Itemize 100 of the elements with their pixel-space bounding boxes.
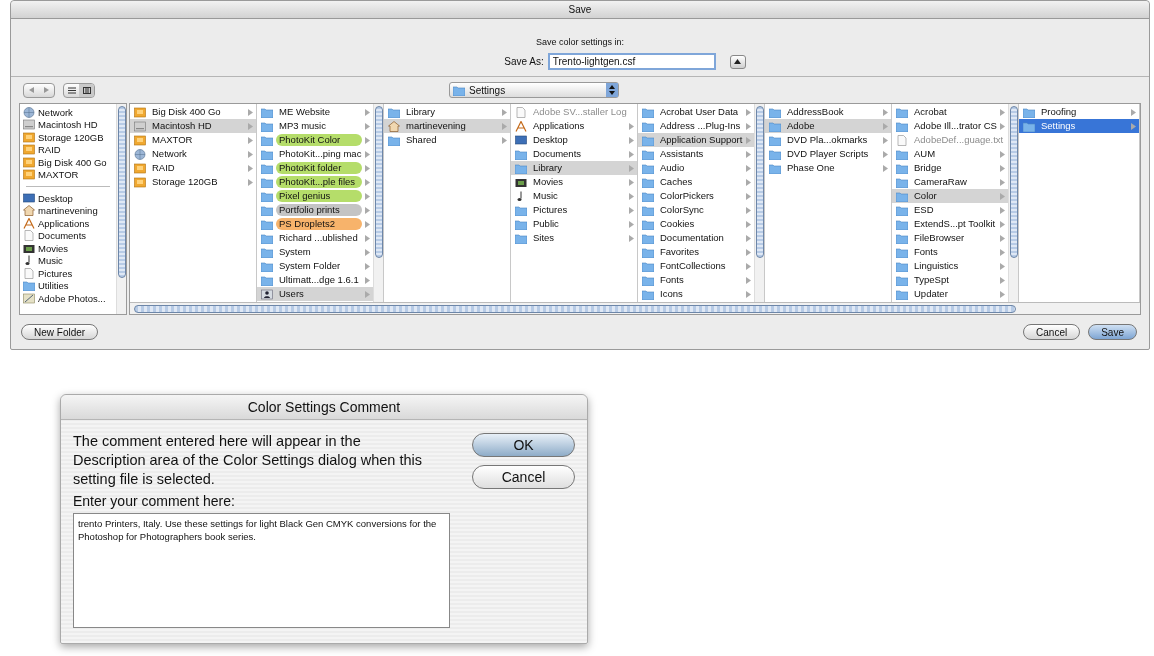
vertical-scrollbar[interactable] — [116, 104, 126, 314]
sidebar-item[interactable]: Documents — [20, 229, 116, 242]
sidebar-item[interactable]: Applications — [20, 217, 116, 230]
sidebar-item[interactable]: Movies — [20, 242, 116, 255]
file-browser-row[interactable]: Favorites — [638, 245, 754, 259]
column-view-button[interactable] — [79, 83, 94, 97]
file-browser-row[interactable]: Acrobat — [892, 105, 1008, 119]
file-browser-row[interactable]: martinevening — [384, 119, 510, 133]
file-browser-row[interactable]: Macintosh HD — [130, 119, 256, 133]
file-browser-row[interactable]: Linguistics — [892, 259, 1008, 273]
file-browser-row[interactable]: ME Website — [257, 105, 373, 119]
file-browser-row[interactable]: Pictures — [511, 203, 637, 217]
expand-button[interactable] — [729, 54, 746, 69]
file-browser-row[interactable]: AUM — [892, 147, 1008, 161]
file-browser-row[interactable]: Adobe Ill...trator CS — [892, 119, 1008, 133]
file-browser-row[interactable]: PhotoKit...ping mac — [257, 147, 373, 161]
save-button[interactable]: Save — [1088, 324, 1137, 340]
file-browser-row[interactable]: Proofing — [1019, 105, 1139, 119]
file-browser-row[interactable]: Big Disk 400 Go — [130, 105, 256, 119]
sidebar-item[interactable]: Music — [20, 254, 116, 267]
file-browser-row[interactable]: MP3 music — [257, 119, 373, 133]
file-browser-row[interactable]: Music — [511, 189, 637, 203]
file-browser-row[interactable]: Public — [511, 217, 637, 231]
file-browser-row[interactable]: Acrobat User Data — [638, 105, 754, 119]
file-browser-row[interactable]: Network — [130, 147, 256, 161]
desktop-icon — [23, 192, 35, 204]
file-browser-row[interactable]: Caches — [638, 175, 754, 189]
file-browser-row[interactable]: Shared — [384, 133, 510, 147]
sidebar-item[interactable]: RAID — [20, 143, 116, 156]
file-browser-row[interactable]: Fonts — [638, 273, 754, 287]
sidebar-item[interactable]: Storage 120GB — [20, 131, 116, 144]
file-browser-row[interactable]: Sites — [511, 231, 637, 245]
dialog-button[interactable]: Cancel — [472, 465, 575, 489]
file-browser-row[interactable]: System — [257, 245, 373, 259]
file-browser-row[interactable]: Library — [384, 105, 510, 119]
file-browser-row[interactable]: DVD Player Scripts — [765, 147, 891, 161]
sidebar-item[interactable]: Desktop — [20, 192, 116, 205]
cancel-button[interactable]: Cancel — [1023, 324, 1081, 340]
folder-icon — [642, 204, 654, 216]
drive-icon — [23, 156, 35, 168]
file-browser-row[interactable]: ColorSync — [638, 203, 754, 217]
file-browser-row[interactable]: Updater — [892, 287, 1008, 301]
file-browser-row[interactable]: Audio — [638, 161, 754, 175]
file-browser-row[interactable]: Adobe — [765, 119, 891, 133]
new-folder-button[interactable]: New Folder — [21, 324, 99, 340]
file-browser-row[interactable]: AddressBook — [765, 105, 891, 119]
horizontal-scrollbar[interactable] — [130, 302, 1140, 314]
file-browser-row[interactable]: CameraRaw — [892, 175, 1008, 189]
file-browser-row[interactable]: Library — [511, 161, 637, 175]
file-browser-row[interactable]: Application Support — [638, 133, 754, 147]
sidebar-item[interactable]: Big Disk 400 Go — [20, 156, 116, 169]
folder-icon — [515, 232, 527, 244]
sidebar-item[interactable]: MAXTOR — [20, 168, 116, 181]
file-browser-row[interactable]: FontCollections — [638, 259, 754, 273]
file-browser-row[interactable]: Storage 120GB — [130, 175, 256, 189]
file-browser-row[interactable]: ExtendS...pt Toolkit — [892, 217, 1008, 231]
file-browser-row[interactable]: Icons — [638, 287, 754, 301]
file-browser-row[interactable]: TypeSpt — [892, 273, 1008, 287]
file-browser-row[interactable]: Richard ...ublished — [257, 231, 373, 245]
sidebar-item[interactable]: Adobe Photos... — [20, 292, 116, 305]
file-browser-row[interactable]: Applications — [511, 119, 637, 133]
folder-icon — [261, 218, 273, 230]
file-browser-row[interactable]: Fonts — [892, 245, 1008, 259]
file-browser-row[interactable]: Assistants — [638, 147, 754, 161]
sidebar-item[interactable]: Network — [20, 106, 116, 119]
file-browser-row[interactable]: Adobe SV...staller Log — [511, 105, 637, 119]
sidebar-item[interactable]: Macintosh HD — [20, 118, 116, 131]
vertical-scrollbar[interactable] — [373, 104, 383, 302]
file-browser-row[interactable]: Documents — [511, 147, 637, 161]
file-browser-row[interactable]: RAID — [130, 161, 256, 175]
file-browser-row[interactable]: Bridge — [892, 161, 1008, 175]
file-browser-row[interactable]: Color — [892, 189, 1008, 203]
folder-icon — [261, 204, 273, 216]
vertical-scrollbar[interactable] — [754, 104, 764, 302]
file-browser-row[interactable]: MAXTOR — [130, 133, 256, 147]
file-browser-row[interactable]: AdobeDef...guage.txt — [892, 133, 1008, 147]
vertical-scrollbar[interactable] — [1008, 104, 1018, 302]
file-browser-row[interactable]: Documentation — [638, 231, 754, 245]
file-browser-row[interactable]: Movies — [511, 175, 637, 189]
file-browser-row[interactable]: System Folder — [257, 259, 373, 273]
file-browser-row[interactable]: Users — [257, 287, 373, 301]
dialog-button[interactable]: OK — [472, 433, 575, 457]
location-popup[interactable]: Settings — [449, 82, 619, 98]
file-browser-row[interactable]: Address ...Plug-Ins — [638, 119, 754, 133]
sidebar-item[interactable]: Pictures — [20, 267, 116, 280]
file-browser-row[interactable]: FileBrowser — [892, 231, 1008, 245]
file-browser-row[interactable]: Settings — [1019, 119, 1139, 133]
folder-icon — [642, 288, 654, 300]
file-browser-row[interactable]: Phase One — [765, 161, 891, 175]
file-browser-row[interactable]: Ultimatt...dge 1.6.1 — [257, 273, 373, 287]
file-browser-row[interactable]: DVD Pla...okmarks — [765, 133, 891, 147]
file-browser-row[interactable]: Desktop — [511, 133, 637, 147]
filename-field[interactable]: Trento-lightgen.csf — [547, 53, 716, 70]
sidebar-item[interactable]: Utilities — [20, 279, 116, 292]
user-icon — [261, 288, 273, 300]
sidebar-item[interactable]: martinevening — [20, 204, 116, 217]
file-browser-row[interactable]: ESD — [892, 203, 1008, 217]
comment-field[interactable]: trento Printers, Italy. Use these settings for light Black Gen CMYK conversions for the Photoshop for Photographers book series. — [73, 513, 450, 628]
file-browser-row[interactable]: Cookies — [638, 217, 754, 231]
file-browser-row[interactable]: ColorPickers — [638, 189, 754, 203]
